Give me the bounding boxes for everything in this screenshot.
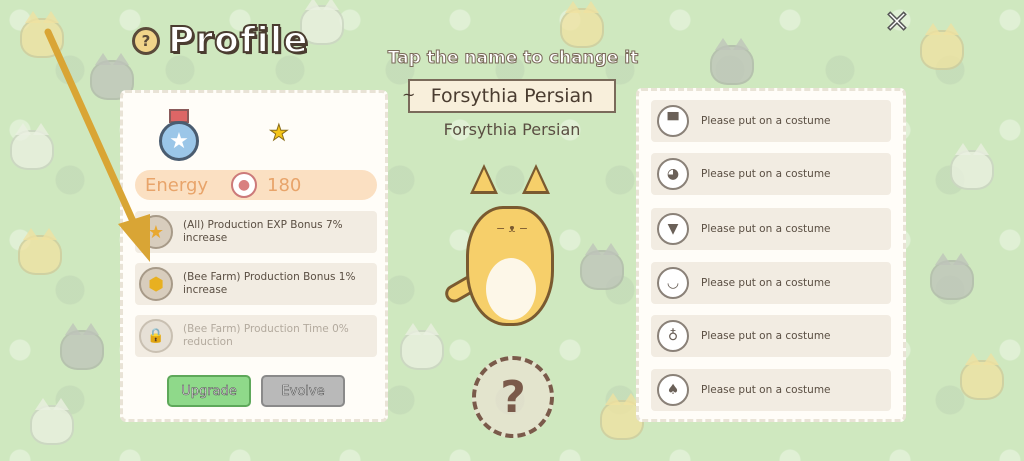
bunny-icon: ♠ <box>657 374 689 406</box>
background-cat-face <box>950 143 994 190</box>
cat-name-field[interactable]: ~ Forsythia Persian <box>402 79 616 113</box>
costume-slot-collar[interactable]: ◡ Please put on a costume <box>651 262 891 304</box>
medal-icon: ★ <box>159 109 199 161</box>
background-cat-face <box>10 123 54 170</box>
rank-star-icon: ★ <box>269 121 290 147</box>
costume-slot-shirt[interactable]: ▼ Please put on a costume <box>651 208 891 250</box>
bonus-text: (Bee Farm) Production Bonus 1% increase <box>183 271 356 296</box>
scooter-icon: ♁ <box>657 320 689 352</box>
mystery-item-button[interactable]: ? <box>472 356 554 438</box>
cat-name-text: Forsythia Persian <box>430 85 594 107</box>
bonus-text: (All) Production EXP Bonus 7% increase <box>183 219 343 244</box>
cat-face-icon: ◕ <box>657 158 689 190</box>
bonus-row: ★ (All) Production EXP Bonus 7% increase <box>135 211 377 253</box>
cat-character[interactable]: − ᴥ − <box>440 162 580 332</box>
background-cat-face <box>580 243 624 290</box>
bonus-row: ⬢ (Bee Farm) Production Bonus 1% increas… <box>135 263 377 305</box>
profile-panel: ★ ★ Energy ● 180 ★ (All) Production EXP … <box>120 90 388 422</box>
background-cat-face <box>30 398 74 445</box>
help-icon[interactable]: ? <box>132 26 160 55</box>
energy-value: 180 <box>267 174 302 196</box>
bonus-text: (Bee Farm) Production Time 0% reduction <box>183 323 349 348</box>
collar-icon: ◡ <box>657 267 689 299</box>
costume-slot-label: Please put on a costume <box>701 223 831 235</box>
title-bar: ? Profile <box>132 19 309 62</box>
costume-slot-label: Please put on a costume <box>701 330 831 342</box>
energy-bar: Energy ● 180 <box>135 170 377 200</box>
costume-slot-label: Please put on a costume <box>701 277 831 289</box>
costume-slot-label: Please put on a costume <box>701 384 831 396</box>
costume-slot-hat[interactable]: ▀ Please put on a costume <box>651 100 891 142</box>
hat-icon: ▀ <box>657 105 689 137</box>
costume-slot-companion[interactable]: ♠ Please put on a costume <box>651 369 891 411</box>
background-cat-face <box>560 1 604 48</box>
upgrade-button[interactable]: Upgrade <box>167 375 251 407</box>
bonus-row-locked: 🔒 (Bee Farm) Production Time 0% reductio… <box>135 315 377 357</box>
costume-slot-label: Please put on a costume <box>701 168 831 180</box>
background-cat-face <box>930 253 974 300</box>
background-cat-face <box>400 323 444 370</box>
costume-slot-head[interactable]: ◕ Please put on a costume <box>651 153 891 195</box>
honeycomb-icon: ⬢ <box>139 267 173 301</box>
evolve-button[interactable]: Evolve <box>261 375 345 407</box>
costume-slot-label: Please put on a costume <box>701 115 831 127</box>
background-cat-face <box>710 38 754 85</box>
background-cat-face <box>920 23 964 70</box>
star-bonus-icon: ★ <box>139 215 173 249</box>
costume-panel: ▀ Please put on a costume ◕ Please put o… <box>636 88 906 422</box>
costume-slot-vehicle[interactable]: ♁ Please put on a costume <box>651 315 891 357</box>
rename-hint: Tap the name to change it <box>387 48 639 69</box>
energy-label: Energy <box>145 174 209 196</box>
background-cat-face <box>18 228 62 275</box>
curl-decoration-icon: ~ <box>402 85 416 104</box>
page-title: Profile <box>167 19 309 62</box>
paw-icon: ● <box>231 172 257 198</box>
background-cat-face <box>60 323 104 370</box>
shirt-icon: ▼ <box>657 213 689 245</box>
lock-icon: 🔒 <box>139 319 173 353</box>
close-button[interactable]: ✕ <box>882 7 912 39</box>
background-cat-face <box>20 11 64 58</box>
background-cat-face <box>960 353 1004 400</box>
cat-breed: Forsythia Persian <box>443 120 581 139</box>
